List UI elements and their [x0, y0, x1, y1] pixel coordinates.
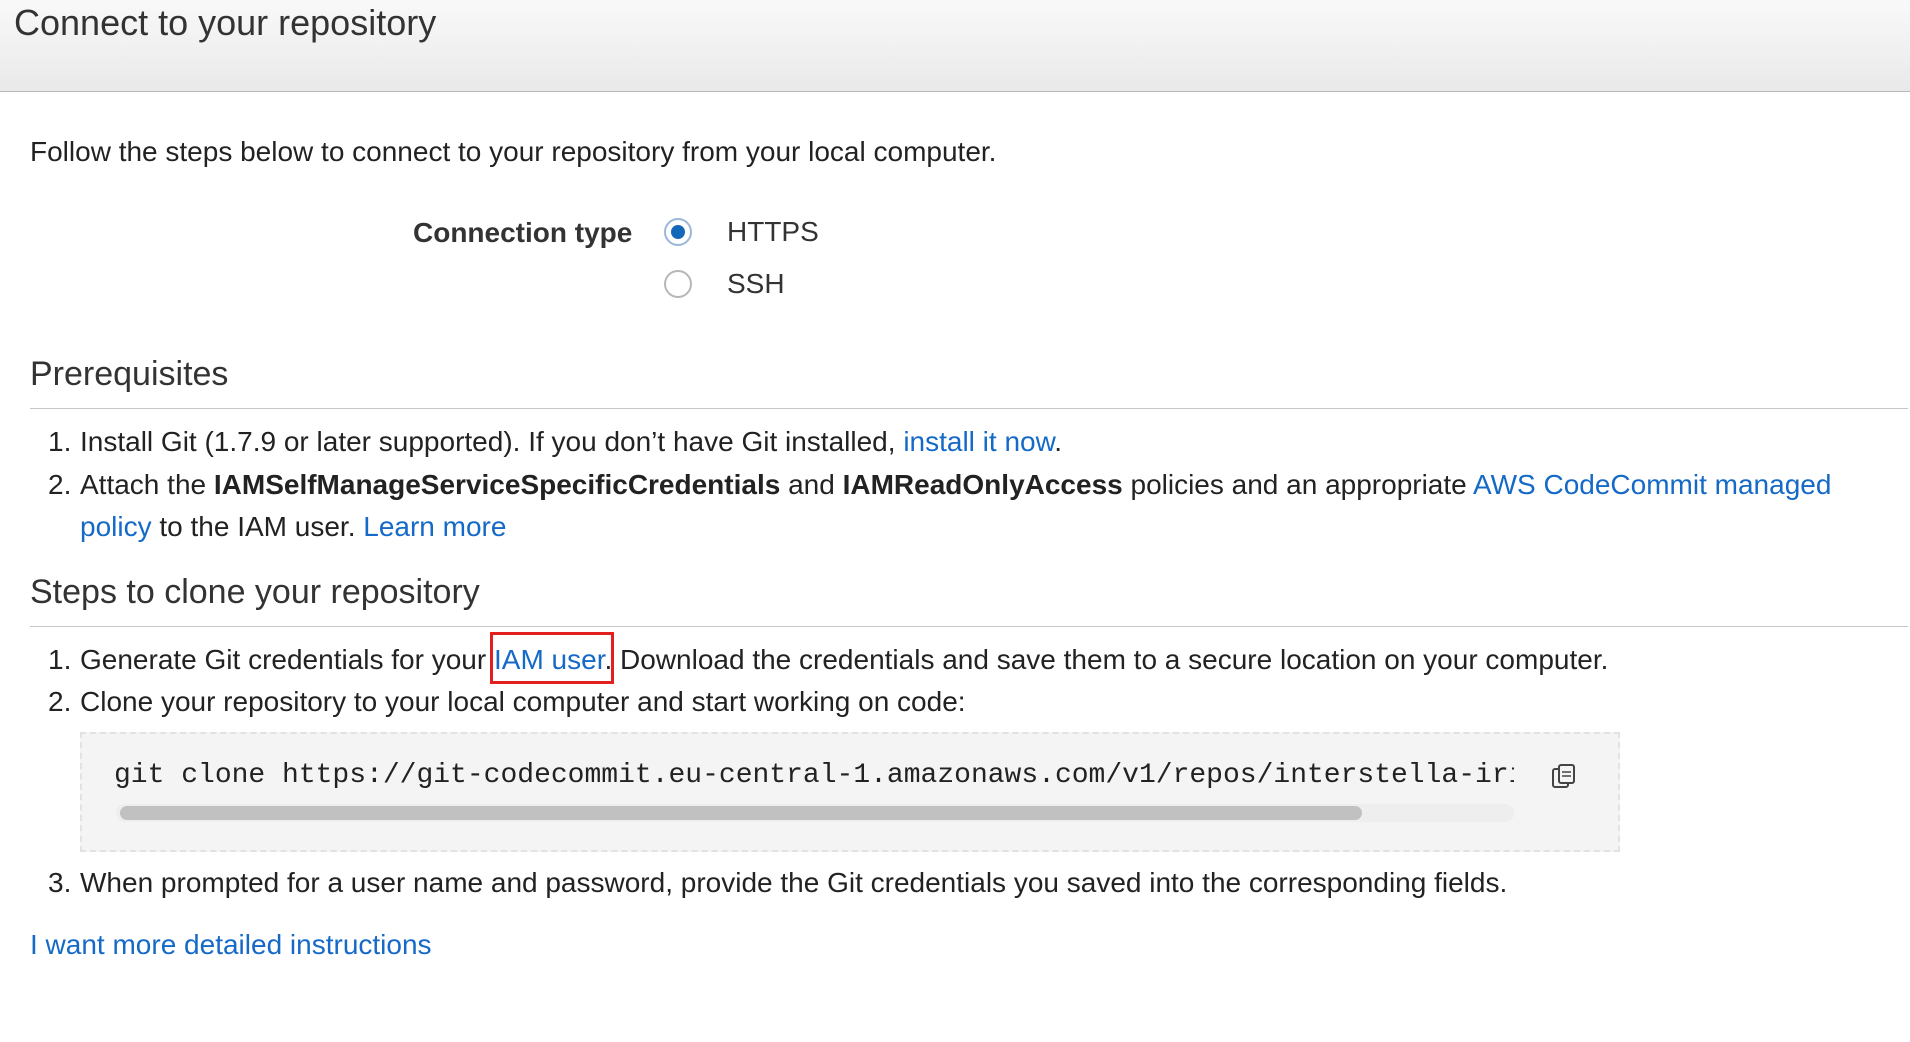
policy-self-manage-name: IAMSelfManageServiceSpecificCredentials [213, 469, 781, 500]
radio-ssh[interactable] [664, 270, 692, 298]
page-title: Connect to your repository [14, 2, 437, 43]
step-1-text: Generate Git credentials for your IAM us… [80, 644, 1608, 676]
detailed-instructions-link[interactable]: I want more detailed instructions [30, 929, 432, 961]
step-2-text: Clone your repository to your local comp… [80, 686, 966, 717]
prereq-1-text-a: Install Git (1.7.9 or later supported). … [80, 426, 904, 457]
policy-readonly-name: IAMReadOnlyAccess [842, 469, 1123, 500]
radio-ssh-label[interactable]: SSH [727, 268, 785, 300]
prereq-1-text-b: . [1054, 426, 1063, 457]
prereq-2-text-continued: policy to the IAM user. Learn more [80, 511, 506, 543]
prereq-2-text-c: policies and an appropriate [1122, 469, 1473, 500]
radio-https[interactable] [664, 218, 692, 246]
prereq-2-text-d: to the IAM user. [151, 511, 364, 542]
iam-user-highlight [490, 632, 614, 684]
step-1-text-a: Generate Git credentials for your [80, 644, 494, 675]
step-1-number: 1. [48, 644, 72, 675]
prereq-2-text-b: and [780, 469, 843, 500]
step-2-number: 2. [48, 686, 72, 717]
codecommit-policy-link[interactable]: AWS CodeCommit managed [1473, 469, 1831, 500]
connect-repository-page: Connect to your repository Follow the st… [0, 0, 1910, 1042]
prereq-2-text: Attach the IAMSelfManageServiceSpecificC… [80, 469, 1831, 501]
page-header: Connect to your repository [0, 0, 1910, 92]
prerequisites-heading: Prerequisites [30, 355, 229, 393]
prereq-2-text-a: Attach the [80, 469, 214, 500]
clone-command-box [80, 732, 1620, 852]
steps-heading: Steps to clone your repository [30, 573, 480, 611]
install-git-link[interactable]: install it now [903, 426, 1054, 457]
copy-icon[interactable] [1548, 762, 1578, 792]
code-scrollbar-thumb[interactable] [120, 806, 1362, 820]
clone-command-text[interactable]: git clone https://git-codecommit.eu-cent… [114, 760, 1514, 791]
radio-https-label[interactable]: HTTPS [727, 216, 819, 248]
step-1-text-b: . Download the credentials and save them… [604, 644, 1609, 675]
step-3-text: When prompted for a user name and passwo… [80, 867, 1508, 898]
codecommit-policy-link-continued[interactable]: policy [80, 511, 152, 542]
steps-divider [30, 626, 1908, 627]
prereq-1-text: Install Git (1.7.9 or later supported). … [80, 426, 1062, 458]
prereq-1-number: 1. [48, 426, 72, 457]
prerequisites-divider [30, 408, 1908, 409]
learn-more-link[interactable]: Learn more [363, 511, 506, 542]
connection-type-label: Connection type [413, 217, 633, 248]
prereq-2-number: 2. [48, 469, 72, 500]
intro-text: Follow the steps below to connect to you… [30, 136, 997, 167]
step-3-number: 3. [48, 867, 72, 898]
